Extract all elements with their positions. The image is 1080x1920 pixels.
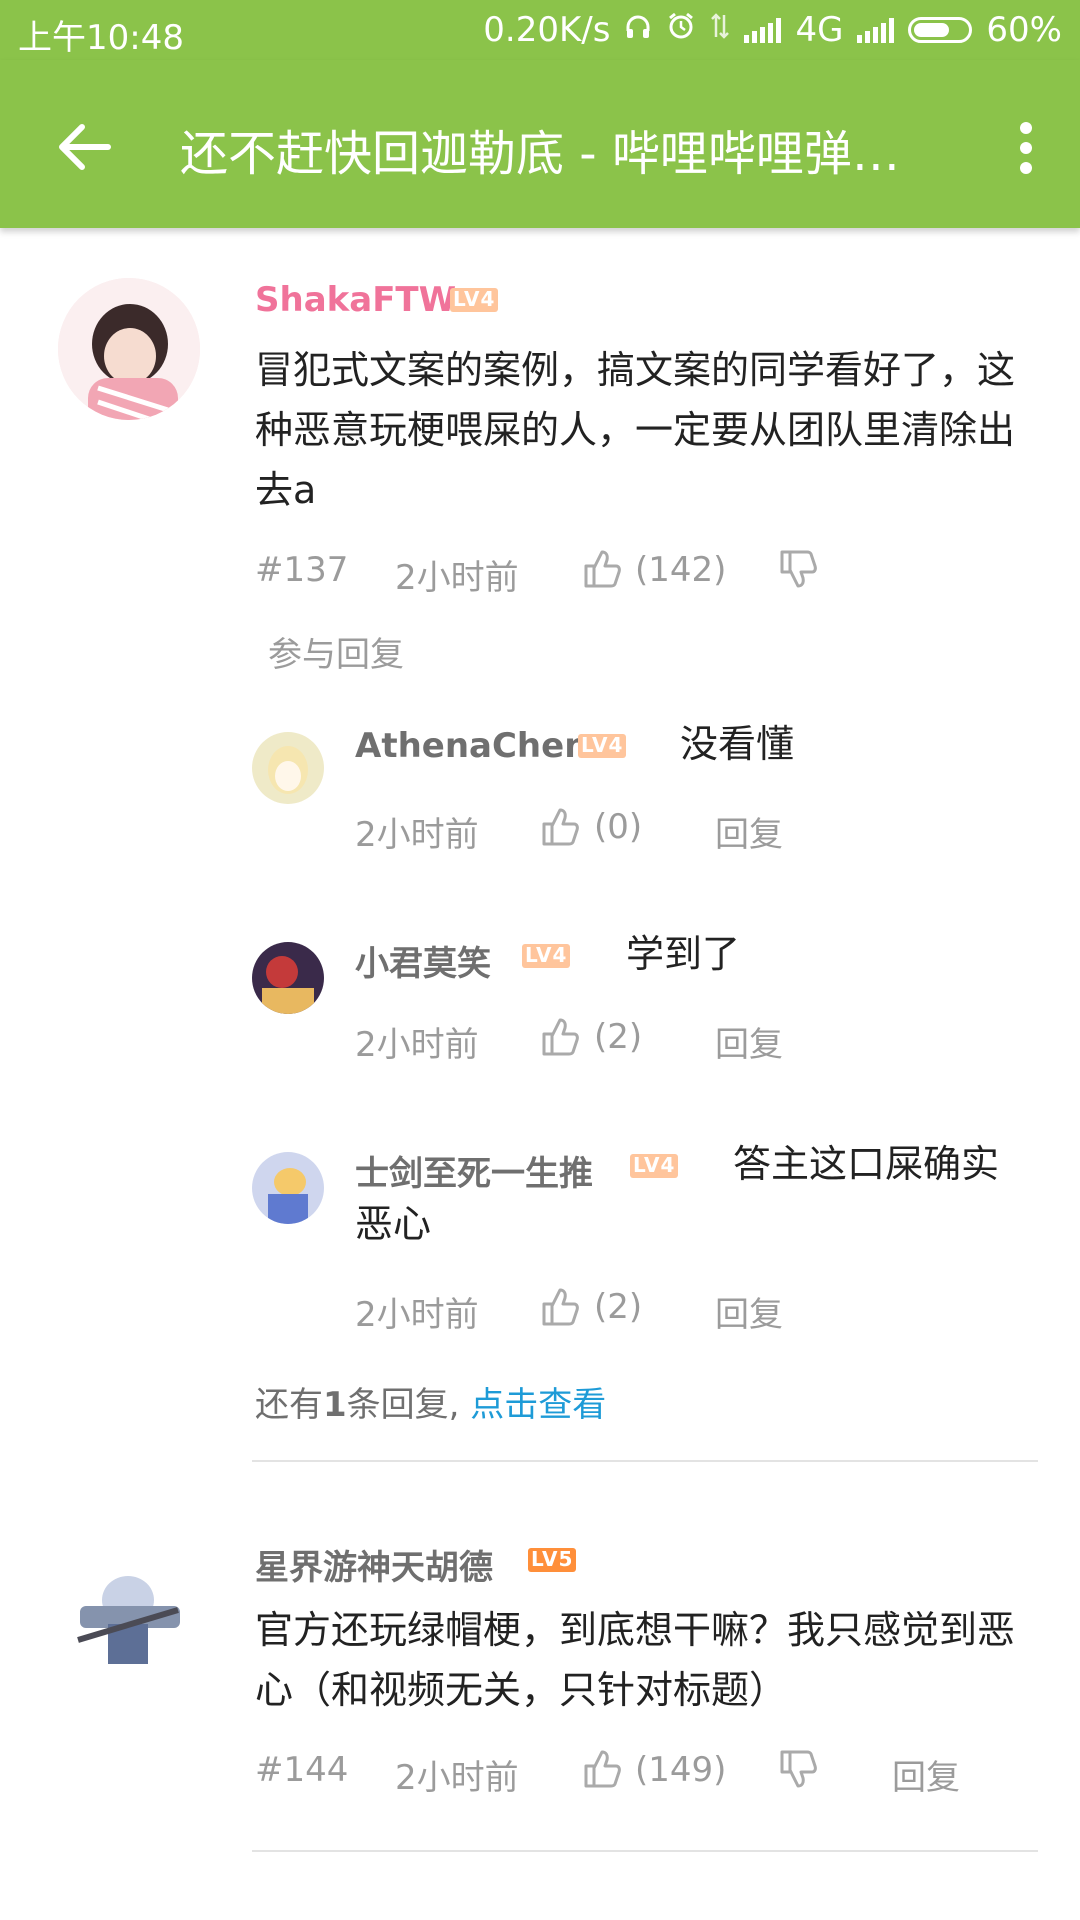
thumbs-up-icon[interactable]	[540, 806, 580, 848]
reply-avatar[interactable]	[252, 1152, 324, 1224]
data-transfer-icon	[710, 10, 730, 50]
back-button[interactable]	[50, 112, 120, 182]
more-replies: 还有1条回复, 点击查看	[255, 1377, 606, 1426]
status-time: 上午10:48	[18, 18, 184, 58]
reply-avatar[interactable]	[252, 732, 324, 804]
signal-icon	[744, 17, 782, 43]
reply-text: 没看懂	[680, 722, 795, 766]
page-title: 还不赶快回迦勒底 - 哔哩哔哩弹幕...	[180, 126, 940, 182]
reply-username[interactable]: AthenaChen	[355, 726, 588, 766]
thumbs-up-icon[interactable]	[540, 1016, 580, 1058]
reply-username[interactable]: 小君莫笑	[355, 936, 491, 985]
like-count: (149)	[635, 1750, 727, 1790]
more-replies-prefix: 还有	[255, 1385, 323, 1425]
avatar[interactable]	[58, 278, 200, 420]
arrow-left-icon	[59, 124, 111, 170]
thumbs-down-icon[interactable]	[778, 1748, 818, 1790]
reply-button[interactable]: 回复	[892, 1750, 960, 1799]
like-count: (142)	[635, 550, 727, 590]
reply-text: 学到了	[626, 932, 741, 976]
more-dot	[1020, 142, 1032, 154]
reply-time: 2小时前	[355, 1295, 479, 1335]
comment-floor: #137	[255, 550, 349, 590]
more-dot	[1020, 162, 1032, 174]
more-replies-suffix: 条回复,	[346, 1385, 460, 1425]
like-count: (0)	[594, 807, 643, 847]
join-reply-button[interactable]: 参与回复	[268, 627, 404, 676]
comment-username[interactable]: ShakaFTW	[255, 280, 456, 320]
more-replies-count: 1	[323, 1385, 347, 1425]
level-badge: LV4	[578, 734, 627, 758]
thumbs-up-icon[interactable]	[540, 1286, 580, 1328]
view-more-replies-link[interactable]: 点击查看	[470, 1385, 606, 1425]
network-type: 4G	[795, 10, 844, 50]
thumbs-down-icon[interactable]	[778, 548, 818, 590]
like-count: (2)	[594, 1287, 643, 1327]
network-speed: 0.20K/s	[483, 10, 611, 50]
comment-username[interactable]: 星界游神天胡德	[255, 1540, 493, 1589]
battery-level: 60%	[986, 10, 1062, 50]
signal-icon-2	[857, 17, 895, 43]
reply-button[interactable]: 回复	[715, 1287, 783, 1336]
more-dot	[1020, 122, 1032, 134]
comment-floor: #144	[255, 1750, 349, 1790]
comment-time: 2小时前	[395, 1758, 519, 1798]
app-bar: 还不赶快回迦勒底 - 哔哩哔哩弹幕...	[0, 60, 1080, 228]
status-indicators: 0.20K/s 4G 60%	[483, 10, 1062, 50]
more-options-button[interactable]	[1002, 118, 1050, 178]
thumbs-up-icon[interactable]	[582, 1748, 622, 1790]
level-badge: LV4	[450, 288, 499, 312]
comment-text: 冒犯式文案的案例，搞文案的同学看好了，这种恶意玩梗喂屎的人，一定要从团队里清除出…	[255, 348, 1016, 512]
level-badge: LV5	[528, 1548, 577, 1572]
avatar[interactable]	[58, 1540, 200, 1682]
reply-avatar[interactable]	[252, 942, 324, 1014]
reply-button[interactable]: 回复	[715, 1017, 783, 1066]
reply-time: 2小时前	[355, 1025, 479, 1065]
comment-time: 2小时前	[395, 558, 519, 598]
battery-icon	[908, 17, 973, 43]
comment-text: 官方还玩绿帽梗，到底想干嘛？我只感觉到恶心（和视频无关，只针对标题）	[255, 1608, 1016, 1712]
like-count: (2)	[594, 1017, 643, 1057]
divider	[252, 1850, 1038, 1852]
divider	[252, 1460, 1038, 1462]
thumbs-up-icon[interactable]	[582, 548, 622, 590]
reply-button[interactable]: 回复	[715, 807, 783, 856]
reply-text: 答主这口屎确实恶心	[355, 1142, 1000, 1246]
alarm-icon	[666, 10, 696, 50]
status-bar: 上午10:48 0.20K/s 4G 60%	[0, 0, 1080, 60]
reply-time: 2小时前	[355, 815, 479, 855]
level-badge: LV4	[522, 944, 571, 968]
headset-icon	[624, 10, 652, 50]
